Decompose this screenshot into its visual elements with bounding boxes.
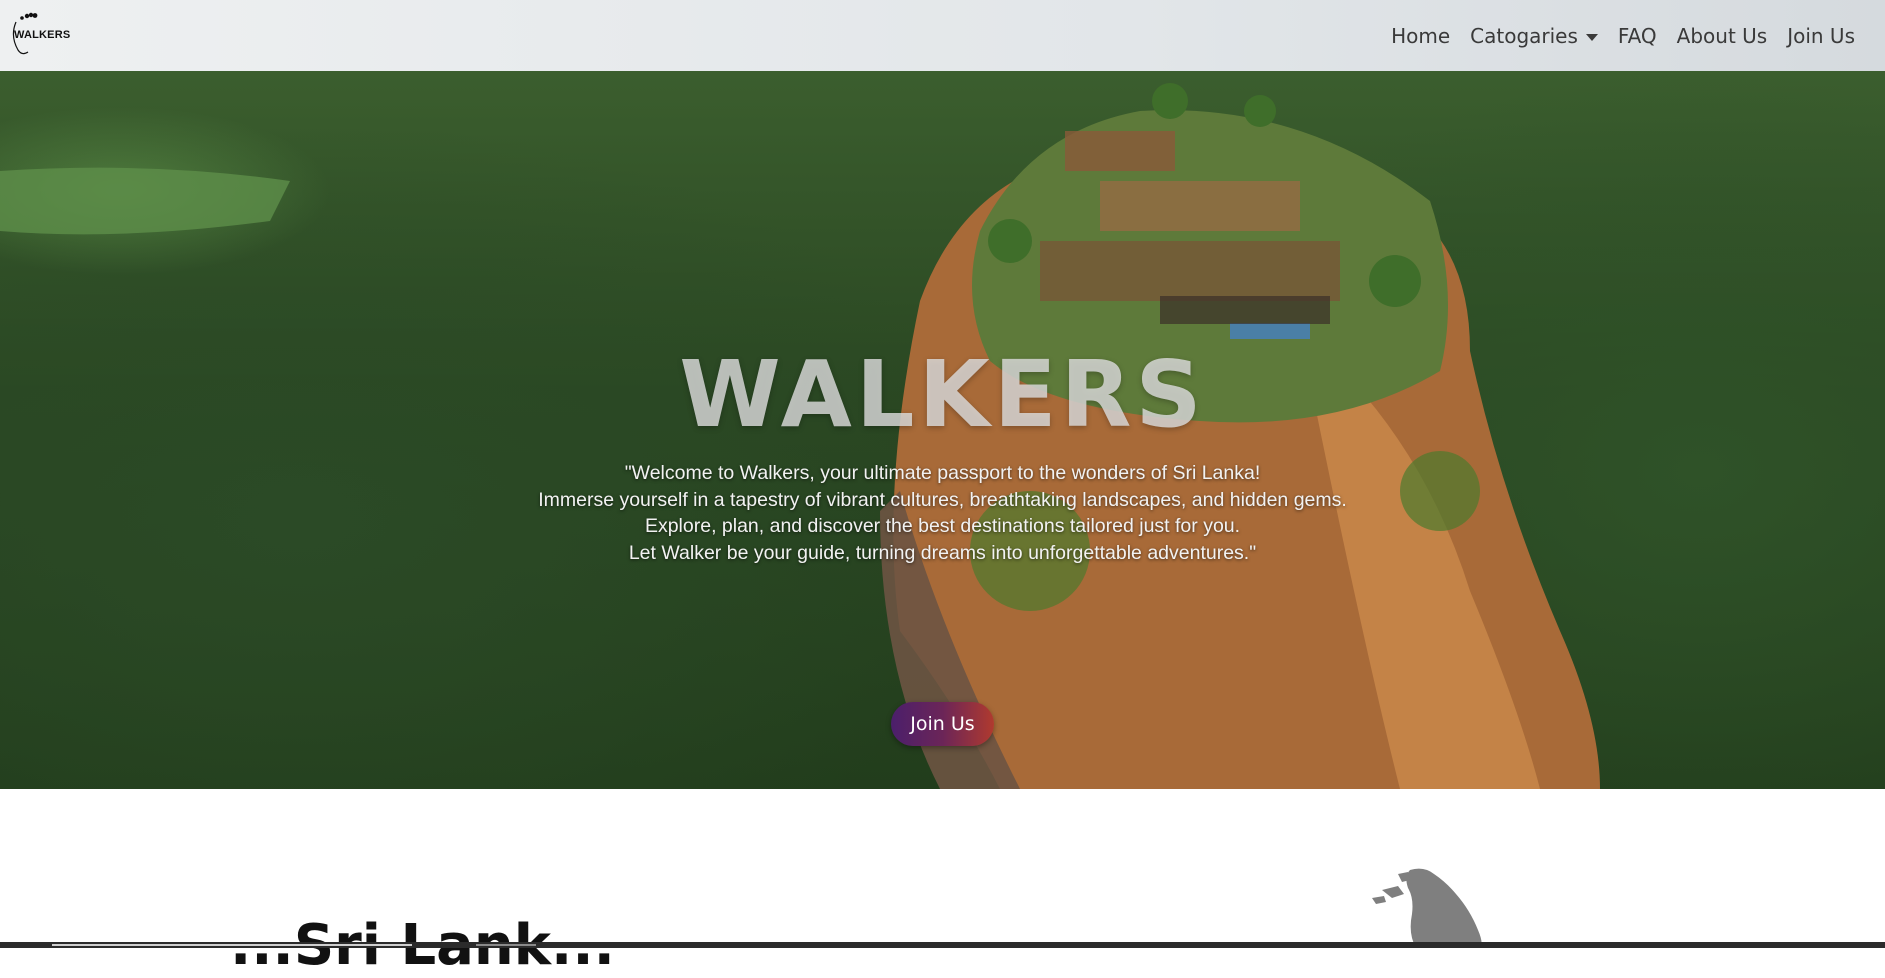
nav-home-link[interactable]: Home <box>1381 24 1460 48</box>
hero-title: WALKERS <box>679 341 1206 448</box>
nav-categories-dropdown[interactable]: Catogaries <box>1460 24 1608 48</box>
logo[interactable]: WALKERS <box>10 12 70 56</box>
scrollbar-thumb[interactable] <box>52 944 412 946</box>
hero-line-1: "Welcome to Walkers, your ultimate passp… <box>624 462 1261 484</box>
nav-about-link[interactable]: About Us <box>1667 24 1778 48</box>
nav-links: Home Catogaries FAQ About Us Join Us <box>1381 0 1865 71</box>
hero-join-button[interactable]: Join Us <box>891 702 994 746</box>
caret-down-icon <box>1585 33 1598 41</box>
hero-description: "Welcome to Walkers, your ultimate passp… <box>0 460 1885 566</box>
nav-categories-label: Catogaries <box>1470 23 1578 48</box>
sri-lanka-map-icon <box>1372 868 1482 948</box>
nav-join-link[interactable]: Join Us <box>1777 24 1865 48</box>
logo-text: WALKERS <box>14 29 71 41</box>
navbar: WALKERS Home Catogaries FAQ About Us Joi… <box>0 0 1885 71</box>
scrollbar-track-mark <box>476 944 536 946</box>
hero-line-2: Immerse yourself in a tapestry of vibran… <box>538 488 1347 511</box>
hero-section: WALKERS "Welcome to Walkers, your ultima… <box>0 71 1885 789</box>
horizontal-scrollbar[interactable] <box>0 942 1885 948</box>
hero-line-3: Explore, plan, and discover the best des… <box>644 515 1241 537</box>
nav-faq-link[interactable]: FAQ <box>1608 24 1667 48</box>
hero-line-4: Let Walker be your guide, turning dreams… <box>628 541 1257 564</box>
